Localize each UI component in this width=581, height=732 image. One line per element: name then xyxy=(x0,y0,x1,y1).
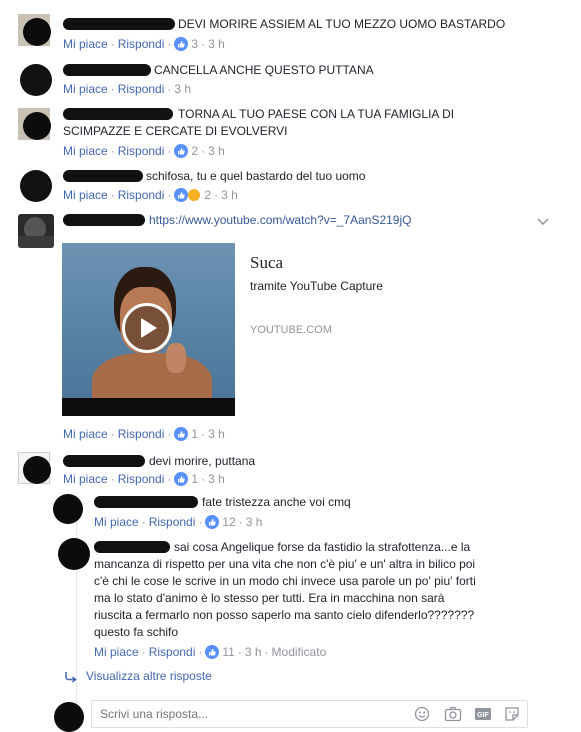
comment-actions: Mi piace · Rispondi · 3 h xyxy=(63,82,192,96)
like-reaction-icon[interactable] xyxy=(174,427,189,441)
reply-button[interactable]: Rispondi xyxy=(118,188,165,202)
preview-domain: YOUTUBE.COM xyxy=(250,324,332,336)
reply-text-line: sai cosa Angelique forse da fastidio la … xyxy=(174,540,471,554)
like-reaction-icon[interactable] xyxy=(174,472,189,486)
comment-actions: Mi piace · Rispondi · 3 · 3 h xyxy=(63,37,225,51)
timestamp[interactable]: 3 h xyxy=(221,188,238,202)
like-reaction-icon[interactable] xyxy=(174,188,189,202)
avatar xyxy=(54,702,84,732)
reply-text-line: riuscita a fermarlo non posso saperlo ma… xyxy=(94,608,475,622)
redacted-author-name xyxy=(63,108,173,120)
reply-button[interactable]: Rispondi xyxy=(149,645,196,659)
reaction-count[interactable]: 12 xyxy=(222,515,235,529)
timestamp[interactable]: 3 h xyxy=(208,144,225,158)
like-button[interactable]: Mi piace xyxy=(63,82,108,96)
reply-button[interactable]: Rispondi xyxy=(118,472,165,486)
reaction-count[interactable]: 1 xyxy=(191,427,198,441)
reaction-count[interactable]: 1 xyxy=(191,472,198,486)
avatar[interactable] xyxy=(23,112,51,140)
preview-subtitle: tramite YouTube Capture xyxy=(250,279,383,293)
like-reaction-icon[interactable] xyxy=(174,37,189,51)
comment-text-line: TORNA AL TUO PAESE CON LA TUA FAMIGLIA D… xyxy=(178,107,455,121)
edited-label[interactable]: Modificato xyxy=(272,645,327,659)
reply-thread-line xyxy=(76,494,77,724)
reply-button[interactable]: Rispondi xyxy=(118,82,165,96)
redacted-author-name xyxy=(63,455,145,467)
reply-input[interactable] xyxy=(98,704,402,724)
more-replies-icon[interactable] xyxy=(64,670,78,688)
avatar[interactable] xyxy=(53,494,83,524)
like-button[interactable]: Mi piace xyxy=(63,427,108,441)
comment-text: devi morire, puttana xyxy=(149,454,256,468)
play-icon[interactable] xyxy=(122,303,172,353)
avatar[interactable] xyxy=(23,456,51,484)
like-button[interactable]: Mi piace xyxy=(94,645,139,659)
haha-reaction-icon[interactable] xyxy=(187,188,202,202)
reply-text-line: questo fa schifo xyxy=(94,625,179,639)
redacted-author-name xyxy=(94,541,170,553)
comment-actions: Mi piace · Rispondi · 1 · 3 h xyxy=(63,472,225,486)
redacted-author-name xyxy=(63,18,175,30)
like-button[interactable]: Mi piace xyxy=(63,37,108,51)
comment-text: CANCELLA ANCHE QUESTO PUTTANA xyxy=(154,63,374,77)
comment-text: schifosa, tu e quel bastardo del tuo uom… xyxy=(146,169,366,183)
like-button[interactable]: Mi piace xyxy=(63,472,108,486)
redacted-author-name xyxy=(94,496,198,508)
timestamp[interactable]: 3 h xyxy=(174,82,191,96)
reply-text: fate tristezza anche voi cmq xyxy=(202,495,351,509)
avatar[interactable] xyxy=(23,18,51,46)
reply-button[interactable]: Rispondi xyxy=(118,427,165,441)
reply-text-line: ma lo stato d'animo è lo stesso per tutt… xyxy=(94,591,445,605)
redacted-author-name xyxy=(63,214,145,226)
like-button[interactable]: Mi piace xyxy=(63,188,108,202)
reply-button[interactable]: Rispondi xyxy=(118,144,165,158)
comment-actions: Mi piace · Rispondi · 2 · 3 h xyxy=(63,188,238,202)
reply-button[interactable]: Rispondi xyxy=(118,37,165,51)
avatar[interactable] xyxy=(20,170,52,202)
redacted-author-name xyxy=(63,170,143,182)
like-button[interactable]: Mi piace xyxy=(94,515,139,529)
like-button[interactable]: Mi piace xyxy=(63,144,108,158)
preview-title[interactable]: Suca xyxy=(250,253,283,273)
comment-actions: Mi piace · Rispondi · 1 · 3 h xyxy=(63,427,225,441)
timestamp[interactable]: 3 h xyxy=(245,645,262,659)
chevron-down-icon[interactable] xyxy=(536,214,550,232)
like-reaction-icon[interactable] xyxy=(174,144,189,158)
reaction-count[interactable]: 2 xyxy=(204,188,211,202)
comment-actions: Mi piace · Rispondi · 2 · 3 h xyxy=(63,144,225,158)
reaction-count[interactable]: 2 xyxy=(191,144,198,158)
reaction-count[interactable]: 11 xyxy=(222,645,234,659)
reply-button[interactable]: Rispondi xyxy=(149,515,196,529)
more-replies-link[interactable]: Visualizza altre risposte xyxy=(86,668,212,684)
redacted-author-name xyxy=(63,64,151,76)
timestamp[interactable]: 3 h xyxy=(208,37,225,51)
timestamp[interactable]: 3 h xyxy=(208,472,225,486)
comment-text-line: SCIMPAZZE E CERCATE DI EVOLVERVI xyxy=(63,124,288,138)
avatar[interactable] xyxy=(20,64,52,96)
svg-text:GIF: GIF xyxy=(477,712,489,719)
reply-text-line: c'è chi le cose le scrive in un modo chi… xyxy=(94,574,476,588)
timestamp[interactable]: 3 h xyxy=(208,427,225,441)
like-reaction-icon[interactable] xyxy=(205,645,220,659)
avatar[interactable] xyxy=(58,538,90,570)
reply-text-line: mancanza di rispetto per una vita che no… xyxy=(94,557,476,571)
comment-text: DEVI MORIRE ASSIEM AL TUO MEZZO UOMO BAS… xyxy=(178,17,506,31)
youtube-link[interactable]: https://www.youtube.com/watch?v=_7AanS21… xyxy=(149,212,411,228)
avatar[interactable] xyxy=(18,214,54,248)
like-reaction-icon[interactable] xyxy=(205,515,220,529)
reply-actions: Mi piace · Rispondi · 11 · 3 h · Modificato xyxy=(94,645,327,659)
link-preview-card[interactable]: Suca tramite YouTube Capture YOUTUBE.COM xyxy=(62,243,524,416)
reaction-count[interactable]: 3 xyxy=(191,37,198,51)
video-thumbnail[interactable] xyxy=(62,243,235,416)
timestamp[interactable]: 3 h xyxy=(246,515,263,529)
reply-actions: Mi piace · Rispondi · 12 · 3 h xyxy=(94,515,263,529)
